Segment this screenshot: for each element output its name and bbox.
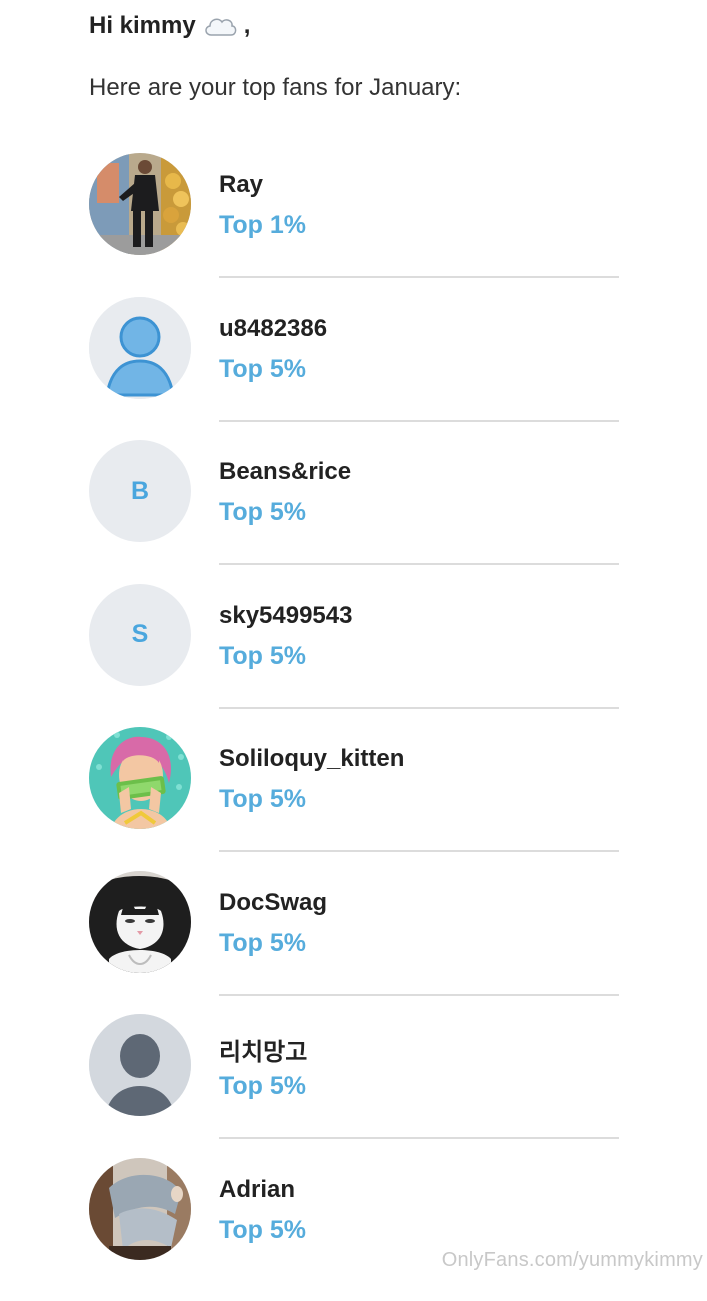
fan-name[interactable]: u8482386 [219, 315, 327, 343]
divider [219, 563, 619, 565]
avatar[interactable] [89, 1014, 191, 1116]
fan-name[interactable]: sky5499543 [219, 602, 352, 630]
divider [219, 420, 619, 422]
divider [219, 1137, 619, 1139]
fan-rank: Top 5% [219, 1072, 306, 1101]
avatar[interactable] [89, 297, 191, 399]
fan-name[interactable]: Beans&rice [219, 458, 351, 486]
avatar[interactable] [89, 727, 191, 829]
watermark: OnlyFans.com/yummykimmy [442, 1249, 703, 1272]
avatar[interactable]: B [89, 440, 191, 542]
fan-row[interactable]: Soliloquy_kitten Top 5% [89, 727, 619, 871]
avatar[interactable] [89, 871, 191, 973]
fan-rank: Top 5% [219, 355, 306, 384]
fan-row[interactable]: Ray Top 1% [89, 153, 619, 297]
fan-rank: Top 5% [219, 785, 306, 814]
fan-row[interactable]: S sky5499543 Top 5% [89, 584, 619, 728]
fan-rank: Top 5% [219, 498, 306, 527]
divider [219, 850, 619, 852]
cloud-icon [202, 13, 238, 39]
user-icon [89, 297, 191, 399]
fan-rank: Top 5% [219, 642, 306, 671]
avatar[interactable]: S [89, 584, 191, 686]
fan-row[interactable]: Adrian Top 5% [89, 1158, 619, 1301]
fan-row[interactable]: u8482386 Top 5% [89, 297, 619, 441]
divider [219, 707, 619, 709]
fan-row[interactable]: DocSwag Top 5% [89, 871, 619, 1015]
avatar-initial: B [131, 477, 149, 506]
fan-name[interactable]: DocSwag [219, 889, 327, 917]
user-icon [89, 1014, 191, 1116]
divider [219, 276, 619, 278]
fan-name[interactable]: Ray [219, 171, 263, 199]
divider [219, 994, 619, 996]
greeting-text: Hi kimmy [89, 12, 196, 40]
fan-rank: Top 5% [219, 1216, 306, 1245]
fan-name[interactable]: Adrian [219, 1176, 295, 1204]
greeting-suffix: , [244, 12, 251, 40]
avatar[interactable] [89, 1158, 191, 1260]
fan-row[interactable]: 리치망고 Top 5% [89, 1014, 619, 1158]
avatar[interactable] [89, 153, 191, 255]
fan-rank: Top 1% [219, 211, 306, 240]
fan-rank: Top 5% [219, 929, 306, 958]
fan-row[interactable]: B Beans&rice Top 5% [89, 440, 619, 584]
intro-text: Here are your top fans for January: [89, 74, 461, 102]
avatar-initial: S [132, 620, 149, 649]
fan-name[interactable]: 리치망고 [219, 1032, 307, 1067]
greeting: Hi kimmy , [89, 12, 250, 40]
fan-name[interactable]: Soliloquy_kitten [219, 745, 404, 773]
top-fans-list: Ray Top 1% u8482386 Top 5% B Beans&rice … [89, 153, 619, 1301]
